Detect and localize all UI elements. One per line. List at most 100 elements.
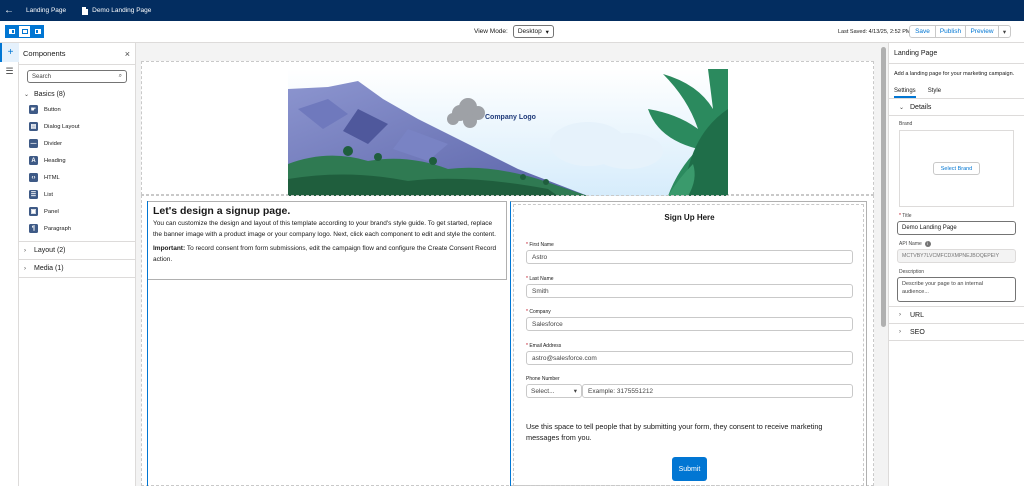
email-field[interactable]: astro@salesforce.com (526, 351, 853, 365)
title-input[interactable]: Demo Landing Page (897, 221, 1016, 235)
details-section-header[interactable]: ⌄ Details (889, 99, 1024, 116)
outline-list-icon[interactable]: ☰ (0, 62, 19, 81)
url-section-header[interactable]: › URL (889, 307, 1024, 324)
component-item-label: Paragraph (44, 225, 72, 232)
chevron-down-icon: ⌄ (899, 104, 905, 111)
properties-tabs: Settings Style (889, 84, 1024, 99)
signup-form-inner: Sign Up Here * First Name Astro * Last N… (513, 204, 864, 486)
form-title: Sign Up Here (664, 213, 715, 222)
section-basics[interactable]: ⌄ Basics (8) (19, 87, 135, 101)
save-button[interactable]: Save (909, 25, 936, 38)
first-name-label: * First Name (526, 242, 554, 248)
component-item-paragraph[interactable]: ¶ Paragraph (19, 220, 135, 237)
description-textarea[interactable]: Describe your page to an internal audien… (897, 277, 1016, 302)
component-item-panel[interactable]: ▣ Panel (19, 203, 135, 220)
seo-section-header[interactable]: › SEO (889, 324, 1024, 341)
section-media[interactable]: › Media (1) (19, 260, 135, 277)
list-icon: ☰ (29, 190, 38, 199)
properties-panel: Landing Page Add a landing page for your… (888, 43, 1024, 486)
caret-down-icon: ▾ (573, 388, 577, 395)
intro-text-block[interactable]: Let's design a signup page. You can cust… (148, 201, 507, 280)
tab-landing-page[interactable]: Landing Page (18, 7, 74, 14)
button-icon: ☛ (29, 105, 38, 114)
last-name-field[interactable]: Smith (526, 284, 853, 298)
panel-icon: ▣ (29, 207, 38, 216)
tab-landing-page-label: Landing Page (26, 7, 67, 14)
arrow-left-icon[interactable]: ← (0, 5, 18, 16)
heading-icon: A (29, 156, 38, 165)
component-item-html[interactable]: ‹› HTML (19, 169, 135, 186)
components-search-input[interactable]: Search ⌕ (27, 70, 127, 83)
important-paragraph: Important: To record consent from form s… (153, 244, 501, 265)
more-actions-button[interactable]: ▾ (998, 25, 1011, 38)
first-name-field[interactable]: Astro (526, 250, 853, 264)
document-icon (82, 6, 89, 15)
brand-label: Brand (899, 121, 913, 127)
consent-text: Use this space to tell people that by su… (526, 422, 823, 442)
phone-country-select[interactable]: Select... ▾ (526, 384, 582, 398)
add-component-icon[interactable]: + (0, 43, 19, 62)
component-item-label: Dialog Layout (44, 123, 80, 130)
chevron-right-icon: › (899, 329, 901, 335)
content-section: Let's design a signup page. You can cust… (141, 195, 874, 486)
scrollbar-thumb[interactable] (881, 47, 886, 327)
close-icon[interactable]: × (125, 49, 130, 59)
submit-button[interactable]: Submit (672, 457, 707, 481)
chevron-right-icon: › (24, 247, 26, 254)
search-placeholder: Search (32, 73, 52, 80)
tab-settings[interactable]: Settings (894, 88, 916, 98)
component-item-dialog-layout[interactable]: ▤ Dialog Layout (19, 118, 135, 135)
view-mode-select[interactable]: Desktop ▾ (512, 25, 554, 38)
layout-toggle-group (5, 25, 44, 38)
canvas-scrollbar[interactable] (879, 43, 888, 486)
components-title: Components (23, 49, 66, 58)
section-media-label: Media (1) (34, 265, 64, 272)
dialog-layout-icon: ▤ (29, 122, 38, 131)
bottom-panel-toggle[interactable] (18, 25, 31, 38)
seo-label: SEO (910, 328, 925, 336)
panel-right-icon (34, 29, 41, 34)
banner-section[interactable]: Company Logo (141, 61, 874, 196)
left-rail: + ☰ (0, 43, 19, 486)
chevron-right-icon: › (899, 312, 901, 318)
email-label: * Email Address (526, 343, 562, 349)
info-icon[interactable]: i (924, 241, 931, 247)
signup-form[interactable]: Sign Up Here * First Name Astro * Last N… (510, 201, 867, 486)
intro-paragraph: You can customize the design and layout … (153, 220, 496, 238)
company-field[interactable]: Salesforce (526, 317, 853, 331)
component-item-list[interactable]: ☰ List (19, 186, 135, 203)
panel-bottom-icon (21, 29, 28, 34)
view-mode-value: Desktop (517, 28, 542, 35)
company-logo-text: Company Logo (485, 114, 536, 121)
phone-label: Phone Number (526, 376, 560, 382)
html-icon: ‹› (29, 173, 38, 182)
tab-demo-landing-page[interactable]: Demo Landing Page (74, 6, 159, 15)
publish-button[interactable]: Publish (935, 25, 966, 38)
left-column[interactable]: Let's design a signup page. You can cust… (147, 201, 507, 486)
tab-style[interactable]: Style (928, 88, 941, 98)
section-layout[interactable]: › Layout (2) (19, 242, 135, 259)
intro-heading: Let's design a signup page. (153, 205, 291, 217)
component-item-button[interactable]: ☛ Button (19, 101, 135, 118)
component-item-heading[interactable]: A Heading (19, 152, 135, 169)
top-nav-bar: ← Landing Page Demo Landing Page (0, 0, 1024, 21)
divider-icon: — (29, 139, 38, 148)
details-label: Details (910, 103, 932, 111)
right-panel-toggle[interactable] (31, 25, 44, 38)
last-name-label: * Last Name (526, 276, 554, 282)
left-panel-toggle[interactable] (5, 25, 18, 38)
description-label: Description (899, 269, 925, 275)
page-canvas: Company Logo Let's design a signup page.… (136, 43, 879, 486)
panel-left-icon (8, 29, 15, 34)
banner-image[interactable] (288, 69, 728, 196)
tab-demo-landing-page-label: Demo Landing Page (92, 7, 152, 14)
view-mode: View Mode: Desktop ▾ (474, 25, 554, 38)
last-saved-text: Last Saved: 4/13/25, 2:52 PM (838, 29, 911, 35)
select-brand-button[interactable]: Select Brand (933, 162, 980, 175)
component-item-divider[interactable]: — Divider (19, 135, 135, 152)
phone-number-field[interactable]: Example: 3175551212 (582, 384, 853, 398)
preview-button[interactable]: Preview (965, 25, 999, 38)
url-label: URL (910, 311, 925, 319)
important-label: Important: (153, 245, 186, 252)
brand-box: Select Brand (899, 130, 1014, 207)
